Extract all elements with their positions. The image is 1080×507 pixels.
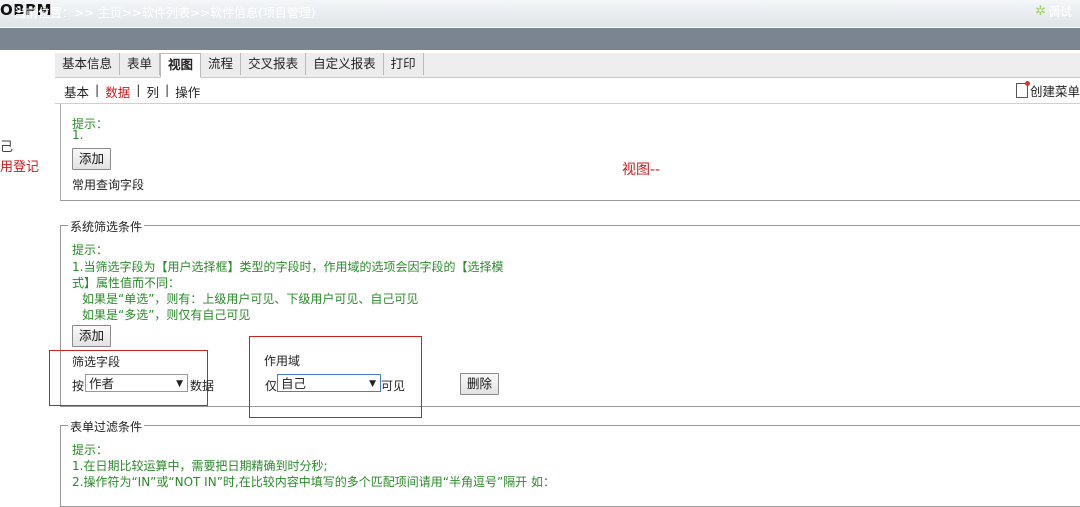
subtab-basic[interactable]: 基本 [64, 82, 89, 101]
form-filter-legend: 表单过滤条件 [68, 418, 145, 435]
system-filter-legend: 系统筛选条件 [68, 218, 145, 235]
subtab-separator: | [164, 82, 170, 97]
scope-value: 自己 [281, 376, 307, 391]
tab-flow[interactable]: 流程 [201, 53, 242, 75]
add-query-field-button[interactable]: 添加 [72, 148, 112, 170]
breadcrumb: 当前位置：>> 主页>>软件列表>>软件信息(项目管理) [14, 6, 316, 20]
only-prefix: 仅 [265, 379, 278, 393]
hint-line: 1.当筛选字段为【用户选择框】类型的字段时，作用域的选项会因字段的【选择模 [72, 260, 504, 274]
subtab-operations[interactable]: 操作 [175, 82, 200, 101]
filter-field-select[interactable]: 作者 ▼ [85, 374, 188, 392]
subtab-separator: | [136, 82, 141, 97]
main-tabs: 基本信息 表单 视图 流程 交叉报表 自定义报表 打印 [55, 53, 1080, 78]
tab-form[interactable]: 表单 [120, 53, 161, 75]
create-menu-label: 创建菜单 [1029, 84, 1080, 99]
document-icon [1015, 81, 1030, 98]
delete-filter-button[interactable]: 删除 [460, 373, 500, 395]
scope-select[interactable]: 自己 ▼ [277, 374, 381, 392]
scope-label: 作用域 [264, 354, 301, 368]
sidebar-item-partial-active[interactable]: 用登记 [0, 156, 39, 175]
filter-field-value: 作者 [89, 376, 115, 391]
by-prefix: 按 [72, 379, 85, 393]
hint-line: 式】属性值而不同： [72, 276, 181, 290]
sub-tabs: 基本 | 数据 | 列 | 操作 [64, 82, 200, 101]
debug-label: 调试 [1047, 5, 1072, 19]
visible-suffix: 可见 [381, 379, 406, 393]
hint-title: 提示： [72, 243, 109, 257]
sidebar-item-partial[interactable]: 己 [0, 136, 13, 155]
hint-line: 1.在日期比较运算中，需要把日期精确到时分秒; [72, 459, 328, 473]
filter-field-label: 筛选字段 [72, 355, 121, 369]
debug-button[interactable]: ✲ 调试 [1035, 3, 1072, 20]
section-label-common-query: 常用查询字段 [72, 178, 145, 192]
tab-basic-info[interactable]: 基本信息 [55, 53, 121, 75]
query-fields-panel [60, 104, 1080, 201]
tab-view[interactable]: 视图 [160, 53, 202, 78]
chevron-down-icon: ▼ [176, 379, 183, 389]
hint-line: 如果是“多选”，则仅有自己可见 [82, 308, 251, 322]
hint-line: 2.操作符为“IN”或“NOT IN”时,在比较内容中填写的多个匹配项间请用“半… [72, 475, 555, 489]
tab-custom-report[interactable]: 自定义报表 [306, 53, 384, 75]
hint-line: 如果是“单选”，则有：上级用户可见、下级用户可见、自己可见 [82, 292, 419, 306]
subtab-data[interactable]: 数据 [105, 82, 130, 101]
data-suffix: 数据 [190, 379, 215, 393]
breadcrumb-bar [0, 28, 1080, 50]
chevron-down-icon: ▼ [369, 379, 376, 389]
hint-title: 提示： [72, 443, 109, 457]
create-menu-button[interactable]: 创建菜单 [1015, 81, 1080, 100]
view-title: 视图-- [622, 162, 661, 178]
add-filter-button[interactable]: 添加 [72, 325, 112, 347]
gear-icon: ✲ [1035, 4, 1046, 19]
tab-print[interactable]: 打印 [383, 53, 424, 75]
tab-cross-report[interactable]: 交叉报表 [241, 53, 307, 75]
hint-line: 1. [72, 128, 84, 142]
subtab-columns[interactable]: 列 [146, 82, 159, 101]
subtab-separator: | [95, 82, 100, 97]
